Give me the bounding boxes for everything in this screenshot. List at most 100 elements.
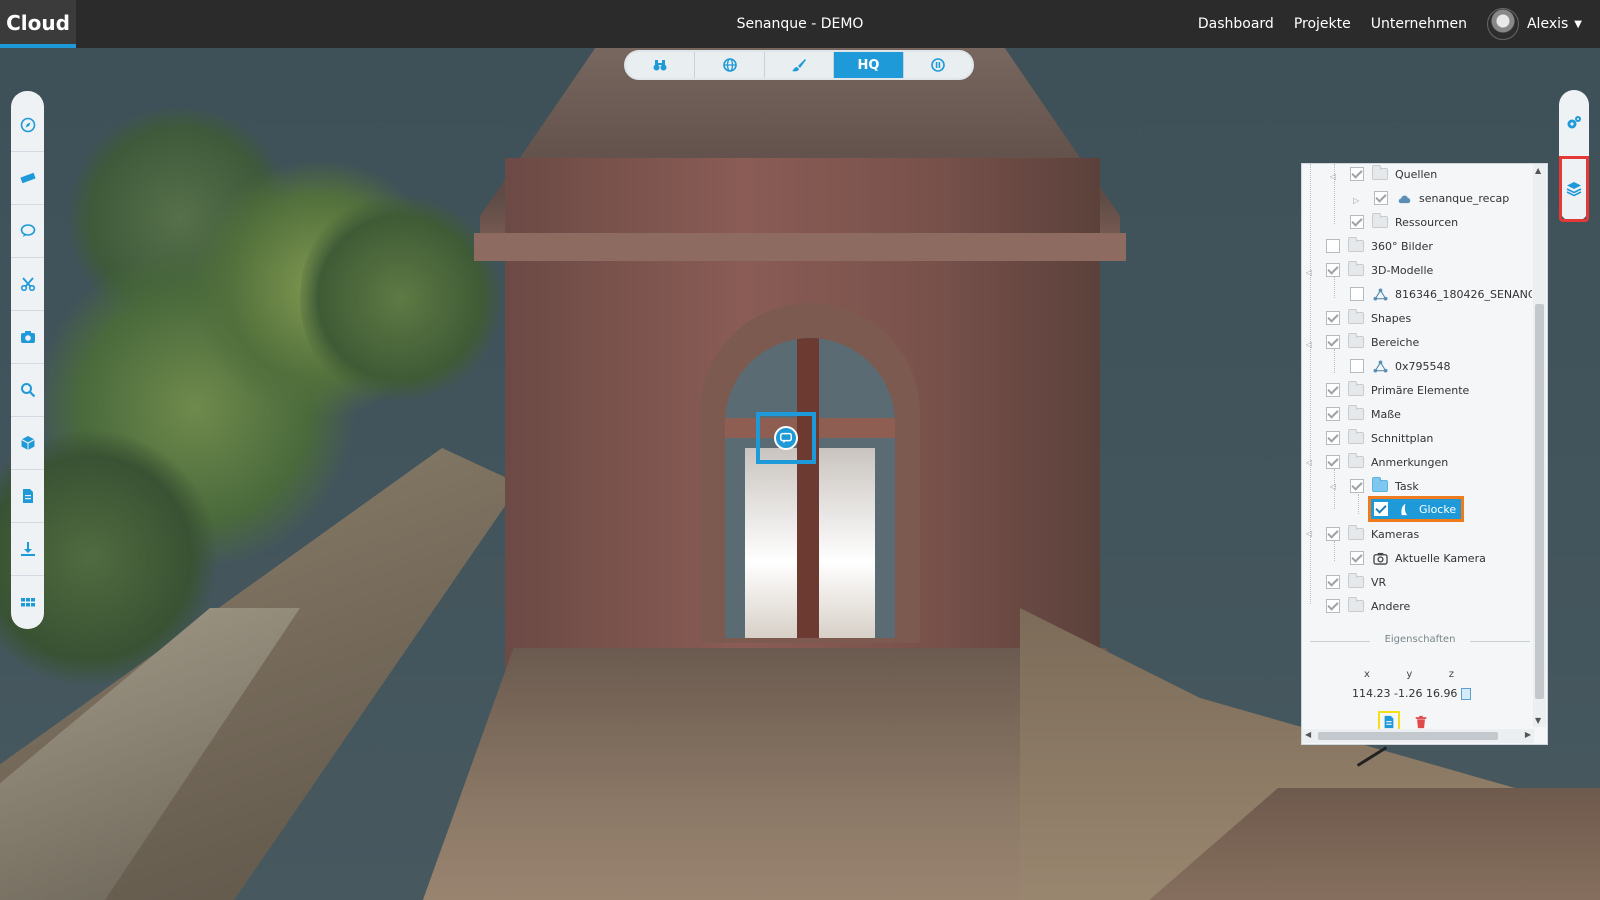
avatar [1486,8,1519,40]
layer-checkbox[interactable] [1326,311,1340,325]
folder-icon [1348,333,1364,348]
folder-icon [1348,261,1364,276]
download-button[interactable] [11,523,44,576]
search-icon [20,383,35,398]
settings-button[interactable] [1559,90,1589,156]
search-button[interactable] [11,364,44,417]
folder-icon [1348,405,1364,420]
document-icon [22,489,33,503]
layer-item-3d-modelle[interactable]: 3D-Modelle [1326,258,1433,282]
scrollbar-thumb[interactable] [1535,304,1544,699]
nav-dashboard[interactable]: Dashboard [1198,16,1274,32]
layer-item-masse[interactable]: Maße [1326,402,1401,426]
ruler-icon [19,172,36,184]
layer-checkbox[interactable] [1374,191,1388,205]
comment-icon [20,224,35,237]
cube-icon [20,436,35,450]
cloud-icon [1396,191,1412,205]
folder-icon [1348,429,1364,444]
camera-icon [20,331,35,343]
expand-toggle[interactable]: ◁ [1306,458,1312,467]
layer-item-andere[interactable]: Andere [1326,594,1410,618]
layer-item-kameras[interactable]: Kameras [1326,522,1419,546]
annotation-marker-glocke[interactable] [756,412,816,464]
pause-button[interactable] [904,52,972,78]
panel-horizontal-scrollbar[interactable]: ◀ ▶ [1302,729,1534,743]
brush-button[interactable] [765,52,835,78]
folder-icon [1348,453,1364,468]
user-menu[interactable]: Alexis ▼ [1486,8,1582,40]
layer-item-primaere-elemente[interactable]: Primäre Elemente [1326,378,1469,402]
layer-checkbox[interactable] [1326,335,1340,349]
layer-item-schnittplan[interactable]: Schnittplan [1326,426,1433,450]
volume-button[interactable] [11,417,44,470]
apps-button[interactable] [11,576,44,629]
layer-item-3d-model-file[interactable]: 816346_180426_SENANC [1350,282,1532,306]
layer-checkbox[interactable] [1350,167,1364,181]
expand-toggle[interactable]: ◁ [1330,482,1336,491]
panel-toggle-bar [1559,90,1589,222]
layer-checkbox[interactable] [1350,215,1364,229]
delete-button[interactable] [1414,715,1428,729]
panel-vertical-scrollbar[interactable]: ▲ ▼ [1533,164,1546,727]
comment-button[interactable] [11,205,44,258]
layer-item-anmerkungen[interactable]: Anmerkungen [1326,450,1448,474]
copy-icon[interactable] [1461,687,1472,700]
layer-checkbox[interactable] [1326,527,1340,541]
layer-checkbox[interactable] [1350,551,1364,565]
layer-item-area-0x795548[interactable]: 0x795548 [1350,354,1451,378]
expand-toggle[interactable]: ◁ [1306,340,1312,349]
navigate-button[interactable] [11,99,44,152]
hq-button[interactable]: HQ [834,52,904,78]
layer-item-ressourcen[interactable]: Ressourcen [1350,210,1458,234]
measure-button[interactable] [11,152,44,205]
brand-logo[interactable]: Cloud [0,0,76,48]
chevron-down-icon: ▼ [1574,18,1582,30]
camera-icon [1372,551,1388,565]
layer-checkbox[interactable] [1374,502,1388,516]
layer-checkbox[interactable] [1326,383,1340,397]
layers-tree: ◁ ▷ ◁ ◁ ◁ ◁ ◁ Quellen senanque_recap Res… [1302,164,1532,629]
layers-panel: ◁ ▷ ◁ ◁ ◁ ◁ ◁ Quellen senanque_recap Res… [1301,163,1548,745]
report-button[interactable] [11,470,44,523]
tools-sidebar [11,91,44,629]
folder-icon [1348,525,1364,540]
layer-checkbox[interactable] [1350,479,1364,493]
layer-item-bereiche[interactable]: Bereiche [1326,330,1419,354]
clip-button[interactable] [11,258,44,311]
globe-button[interactable] [695,52,765,78]
layer-item-aktuelle-kamera[interactable]: Aktuelle Kamera [1350,546,1486,570]
layer-checkbox[interactable] [1326,575,1340,589]
scrollbar-thumb[interactable] [1318,732,1498,740]
comment-icon [774,426,798,450]
binoculars-button[interactable] [626,52,696,78]
main-nav: Dashboard Projekte Unternehmen Alexis ▼ [1178,0,1582,48]
folder-icon [1372,213,1388,228]
layer-checkbox[interactable] [1326,239,1340,253]
layer-checkbox[interactable] [1326,455,1340,469]
layer-item-senanque-recap[interactable]: senanque_recap [1374,186,1509,210]
layer-item-360-bilder[interactable]: 360° Bilder [1326,234,1433,258]
layer-checkbox[interactable] [1326,431,1340,445]
layer-item-glocke[interactable]: Glocke [1368,496,1465,522]
layer-item-quellen[interactable]: Quellen [1350,164,1437,186]
layers-button[interactable] [1559,156,1589,222]
expand-toggle[interactable]: ◁ [1306,529,1312,538]
nav-projekte[interactable]: Projekte [1294,16,1351,32]
tower-cornice [474,233,1126,261]
screenshot-button[interactable] [11,311,44,364]
nav-unternehmen[interactable]: Unternehmen [1371,16,1467,32]
compass-icon [20,117,35,133]
expand-toggle[interactable]: ◁ [1330,172,1336,181]
layer-checkbox[interactable] [1326,599,1340,613]
layer-item-task[interactable]: Task [1350,474,1419,498]
layer-checkbox[interactable] [1350,287,1364,301]
layer-item-shapes[interactable]: Shapes [1326,306,1411,330]
layer-checkbox[interactable] [1326,263,1340,277]
expand-toggle[interactable]: ▷ [1353,196,1359,205]
expand-toggle[interactable]: ◁ [1306,268,1312,277]
binoculars-icon [653,60,667,71]
layer-checkbox[interactable] [1326,407,1340,421]
layer-checkbox[interactable] [1350,359,1364,373]
layer-item-vr[interactable]: VR [1326,570,1386,594]
